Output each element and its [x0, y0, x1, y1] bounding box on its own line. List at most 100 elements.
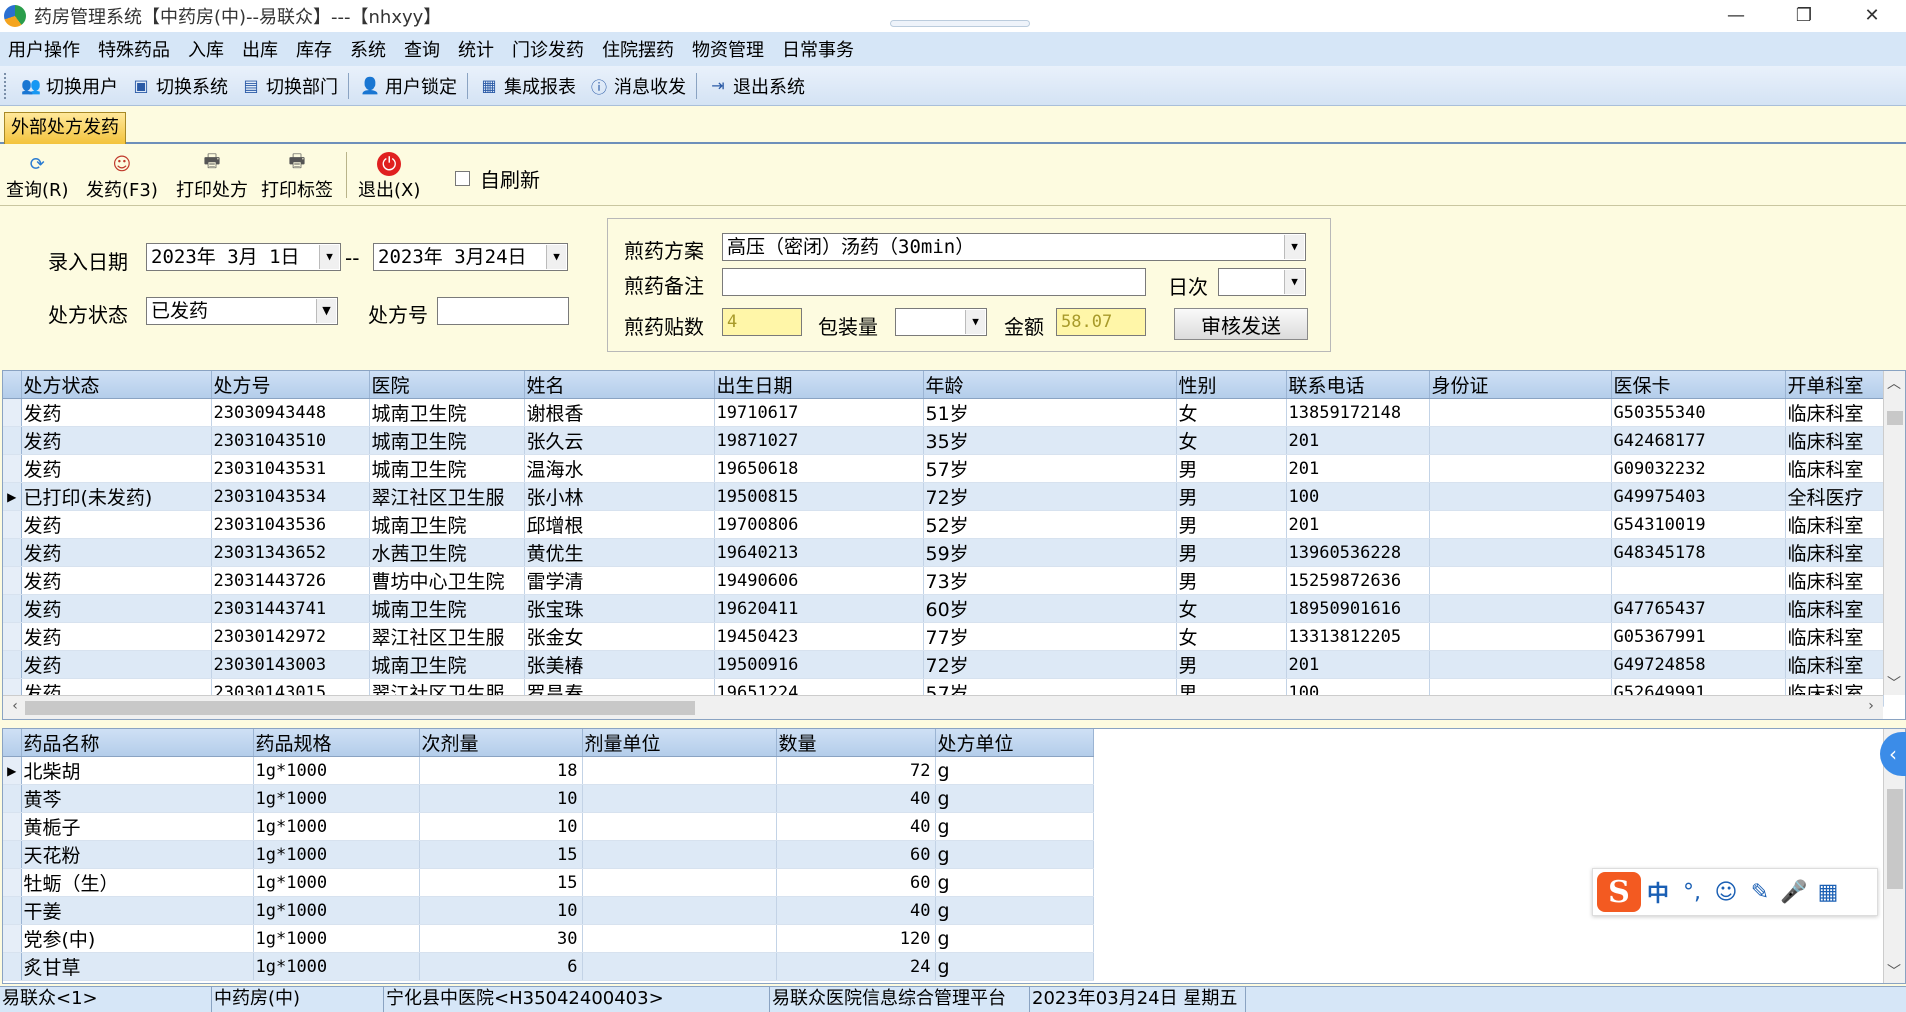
menu-inpatient-dispense[interactable]: 住院摆药: [600, 36, 684, 62]
table-cell[interactable]: [1429, 650, 1612, 679]
table-cell[interactable]: 临床科室: [1785, 426, 1884, 455]
table-cell[interactable]: 10: [419, 812, 583, 841]
table-cell[interactable]: g: [935, 840, 1094, 869]
menu-daily-affairs[interactable]: 日常事务: [780, 36, 864, 62]
table-row[interactable]: ▶ 北柴胡 1g*1000 18 72 g: [3, 756, 1094, 785]
table-row[interactable]: 黄栀子 1g*1000 10 40 g: [3, 812, 1094, 841]
row-header[interactable]: [3, 398, 22, 427]
scroll-down-icon[interactable]: ﹀: [1884, 673, 1904, 693]
table-cell[interactable]: 10: [419, 896, 583, 925]
table-cell[interactable]: 男: [1176, 650, 1287, 679]
query-button[interactable]: ⟳ 查询(R): [6, 152, 69, 202]
menu-query[interactable]: 查询: [402, 36, 450, 62]
table-cell[interactable]: 全科医疗: [1785, 482, 1884, 511]
table-cell[interactable]: 黄栀子: [21, 812, 254, 841]
table-cell[interactable]: [582, 784, 777, 813]
col-rx-status[interactable]: 处方状态: [21, 371, 212, 399]
table-cell[interactable]: 201: [1286, 454, 1430, 483]
table-cell[interactable]: 23030142972: [211, 622, 370, 651]
table-cell[interactable]: [1429, 482, 1612, 511]
table-cell[interactable]: [582, 812, 777, 841]
print-rx-button[interactable]: 🖶 打印处方: [176, 151, 248, 202]
table-cell[interactable]: 黄芩: [21, 784, 254, 813]
row-header[interactable]: [3, 840, 22, 869]
table-cell[interactable]: 女: [1176, 398, 1287, 427]
table-cell[interactable]: 1g*1000: [253, 924, 420, 953]
table-row[interactable]: 牡蛎（生） 1g*1000 15 60 g: [3, 868, 1094, 897]
table-cell[interactable]: 15259872636: [1286, 566, 1430, 595]
table-cell[interactable]: 男: [1176, 510, 1287, 539]
row-header[interactable]: [3, 566, 22, 595]
chevron-down-icon[interactable]: ▼: [965, 310, 985, 334]
table-cell[interactable]: G49975403: [1611, 482, 1786, 511]
table-cell[interactable]: G49724858: [1611, 650, 1786, 679]
table-row[interactable]: 发药 23031343652 水茜卫生院 黄优生 19640213 59岁男 1396053…: [3, 538, 1884, 567]
col-quantity[interactable]: 数量: [776, 729, 936, 757]
table-cell[interactable]: [1429, 622, 1612, 651]
minimize-button[interactable]: —: [1702, 0, 1770, 30]
menu-stock-in[interactable]: 入库: [186, 36, 234, 62]
table-cell[interactable]: 发药: [21, 622, 212, 651]
table-cell[interactable]: 59岁: [923, 538, 1177, 567]
table-cell[interactable]: 发药: [21, 398, 212, 427]
switch-user-button[interactable]: 👥 切换用户: [14, 73, 124, 99]
table-cell[interactable]: 发药: [21, 454, 212, 483]
col-name[interactable]: 姓名: [524, 371, 715, 399]
scroll-thumb[interactable]: [25, 701, 695, 715]
table-cell[interactable]: 18950901616: [1286, 594, 1430, 623]
table-cell[interactable]: 13313812205: [1286, 622, 1430, 651]
table-cell[interactable]: 干姜: [21, 896, 254, 925]
table-cell[interactable]: 临床科室: [1785, 594, 1884, 623]
chevron-down-icon[interactable]: ▼: [546, 245, 566, 269]
table-row[interactable]: 干姜 1g*1000 10 40 g: [3, 896, 1094, 925]
table-cell[interactable]: [582, 896, 777, 925]
decoct-plan-select[interactable]: 高压（密闭）汤药（30min） ▼: [722, 233, 1306, 261]
table-cell[interactable]: 100: [1286, 482, 1430, 511]
table-cell[interactable]: 发药: [21, 650, 212, 679]
table-cell[interactable]: 19871027: [714, 426, 924, 455]
col-drug-name[interactable]: 药品名称: [21, 729, 254, 757]
pen-icon[interactable]: ✎: [1743, 880, 1777, 905]
table-cell[interactable]: 57岁: [923, 454, 1177, 483]
table-cell[interactable]: 张美椿: [524, 650, 715, 679]
table-cell[interactable]: 女: [1176, 594, 1287, 623]
col-gender[interactable]: 性别: [1176, 371, 1287, 399]
menu-system[interactable]: 系统: [348, 36, 396, 62]
table-cell[interactable]: 临床科室: [1785, 622, 1884, 651]
table-cell[interactable]: 1g*1000: [253, 784, 420, 813]
row-header[interactable]: [3, 538, 22, 567]
rx-vertical-scrollbar[interactable]: ︿ ﹀: [1883, 371, 1905, 695]
scroll-left-icon[interactable]: ‹: [5, 698, 25, 714]
lock-user-button[interactable]: 👤 用户锁定: [353, 73, 463, 99]
col-rx-no[interactable]: 处方号: [211, 371, 370, 399]
chevron-down-icon[interactable]: ▼: [316, 299, 336, 323]
table-cell[interactable]: 1g*1000: [253, 868, 420, 897]
table-cell[interactable]: [1429, 538, 1612, 567]
table-cell[interactable]: 19700806: [714, 510, 924, 539]
grid-menu-icon[interactable]: ▦: [1811, 880, 1845, 905]
table-row[interactable]: 发药 23030943448 城南卫生院 谢根香 19710617 51岁女 1385917…: [3, 398, 1884, 427]
table-cell[interactable]: 雷学清: [524, 566, 715, 595]
col-birthdate[interactable]: 出生日期: [714, 371, 924, 399]
table-cell[interactable]: 女: [1176, 426, 1287, 455]
scroll-down-icon[interactable]: ﹀: [1884, 961, 1904, 981]
table-cell[interactable]: 35岁: [923, 426, 1177, 455]
table-cell[interactable]: 翠江社区卫生服: [369, 482, 525, 511]
table-row[interactable]: 党参(中) 1g*1000 30 120 g: [3, 924, 1094, 953]
table-cell[interactable]: 男: [1176, 454, 1287, 483]
row-header[interactable]: [3, 454, 22, 483]
table-cell[interactable]: 30: [419, 924, 583, 953]
col-dose[interactable]: 次剂量: [419, 729, 583, 757]
table-cell[interactable]: 临床科室: [1785, 454, 1884, 483]
review-send-button[interactable]: 审核发送: [1174, 308, 1308, 340]
table-cell[interactable]: 23031443741: [211, 594, 370, 623]
col-hospital[interactable]: 医院: [369, 371, 525, 399]
table-cell[interactable]: [1429, 594, 1612, 623]
table-cell[interactable]: 谢根香: [524, 398, 715, 427]
table-cell[interactable]: 发药: [21, 566, 212, 595]
table-cell[interactable]: 40: [776, 784, 936, 813]
rx-status-select[interactable]: 已发药 ▼: [146, 297, 338, 325]
table-cell[interactable]: 23031043531: [211, 454, 370, 483]
table-cell[interactable]: 张金女: [524, 622, 715, 651]
table-cell[interactable]: G50355340: [1611, 398, 1786, 427]
